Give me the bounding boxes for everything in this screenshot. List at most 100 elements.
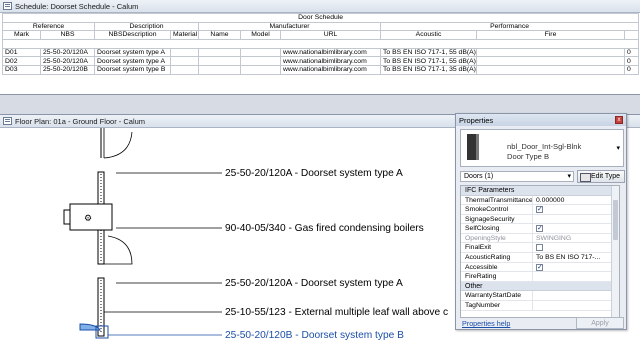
table-cell[interactable]: 0 (623, 47, 640, 58)
property-checkbox-cell[interactable] (533, 243, 619, 252)
table-cell[interactable]: Doorset system type B (94, 64, 171, 75)
property-row[interactable]: OpeningStyle SWINGING (461, 233, 619, 244)
type-family-name: nbl_Door_Int-Sgl-Blnk (507, 142, 582, 151)
property-section-header[interactable]: Other⌃ (461, 281, 619, 292)
table-cell[interactable]: D01 (2, 47, 41, 58)
table-cell[interactable] (240, 56, 281, 66)
table-cell[interactable]: 0 (623, 64, 640, 75)
property-row[interactable]: FinalExit (461, 243, 619, 254)
column-header[interactable]: URL (280, 30, 381, 40)
column-header[interactable]: Fire (476, 30, 625, 40)
property-row[interactable]: SignageSecurity (461, 214, 619, 225)
column-header[interactable]: Mark (2, 30, 41, 40)
table-cell[interactable] (476, 47, 625, 58)
property-row[interactable]: FireRating (461, 272, 619, 282)
wall-tag[interactable]: 25-10-55/123 - External multiple leaf wa… (225, 307, 448, 318)
property-value[interactable] (533, 291, 619, 300)
column-header[interactable] (623, 30, 640, 40)
properties-palette: Properties x nbl_Door_Int-Sgl-Blnk Door … (455, 113, 627, 330)
table-cell[interactable]: Doorset system type A (94, 47, 171, 58)
property-checkbox-cell[interactable] (533, 263, 619, 271)
property-row[interactable]: ThermalTransmittance 0.000000 (461, 195, 619, 206)
table-cell[interactable]: 25-50-20/120A (40, 47, 95, 58)
checkbox[interactable] (536, 205, 543, 214)
table-row[interactable]: D02 25-50-20/120A Doorset system type A www… (2, 56, 640, 66)
table-cell[interactable] (240, 64, 281, 75)
type-name: Door Type B (507, 152, 550, 161)
property-section-header[interactable]: IFC Parameters⌃ (461, 186, 619, 196)
property-row[interactable]: Accessible (461, 262, 619, 273)
property-value[interactable]: 0.000000 (533, 196, 619, 205)
column-header[interactable]: Material (170, 30, 199, 40)
schedule-spacer-row (1, 38, 640, 49)
schedule-titlebar[interactable]: Schedule: Doorset Schedule - Calum (0, 0, 640, 13)
table-cell[interactable] (198, 64, 241, 75)
table-cell[interactable] (476, 56, 625, 66)
property-value[interactable] (533, 272, 619, 281)
column-header[interactable]: Acoustic (380, 30, 477, 40)
table-cell[interactable] (240, 47, 281, 58)
apply-button[interactable]: Apply (576, 317, 624, 329)
table-cell[interactable] (170, 47, 199, 58)
edit-type-button[interactable]: Edit Type (577, 170, 625, 183)
checkbox[interactable] (536, 244, 543, 252)
property-row[interactable]: WarrantyStartDate (461, 291, 619, 301)
plan-title: Floor Plan: 01a - Ground Floor - Calum (15, 116, 146, 126)
property-value[interactable]: To BS EN ISO 717-... (533, 253, 619, 262)
selected-door (79, 323, 101, 331)
table-cell[interactable]: D02 (2, 56, 41, 66)
property-row[interactable]: TagNumber (461, 300, 619, 311)
table-cell[interactable]: www.nationalbimlibrary.com (280, 56, 381, 66)
property-checkbox-cell[interactable] (533, 224, 619, 233)
schedule-table: Door Schedule Reference Description Manu… (1, 13, 640, 75)
table-cell[interactable] (170, 56, 199, 66)
column-header[interactable]: NBSDescription (94, 30, 171, 40)
table-cell[interactable] (198, 47, 241, 58)
table-cell[interactable]: To BS EN ISO 717-1, 55 dB(A). (380, 47, 477, 58)
column-header[interactable]: NBS (40, 30, 95, 40)
property-value[interactable] (533, 301, 619, 310)
table-cell[interactable]: To BS EN ISO 717-1, 35 dB(A). (380, 64, 477, 75)
table-cell[interactable] (198, 56, 241, 66)
properties-help-link[interactable]: Properties help (462, 319, 510, 328)
column-header[interactable]: Model (240, 30, 281, 40)
boiler-glyph: ⚙ (84, 214, 92, 224)
table-cell[interactable]: www.nationalbimlibrary.com (280, 47, 381, 58)
checkbox[interactable] (536, 224, 543, 233)
table-cell[interactable]: 0 (623, 56, 640, 66)
checkbox[interactable] (536, 263, 543, 271)
properties-titlebar[interactable]: Properties x (456, 114, 626, 126)
close-icon[interactable]: x (615, 116, 623, 124)
property-name: SmokeControl (461, 205, 533, 214)
property-row[interactable]: SelfClosing (461, 224, 619, 234)
property-row[interactable]: AcousticRating To BS EN ISO 717-... (461, 253, 619, 263)
scrollbar-thumb[interactable] (613, 200, 618, 240)
property-row[interactable]: SmokeControl (461, 205, 619, 215)
door-tag-1[interactable]: 25-50-20/120A - Doorset system type A (225, 168, 403, 179)
table-row[interactable]: D01 25-50-20/120A Doorset system type A www… (2, 47, 640, 58)
property-checkbox-cell[interactable] (533, 205, 619, 214)
boiler-tag[interactable]: 90-40-05/340 - Gas fired condensing boil… (225, 223, 424, 234)
door-type-icon (467, 134, 479, 160)
properties-title: Properties (459, 115, 494, 125)
property-name: AcousticRating (461, 253, 533, 262)
table-cell[interactable]: Doorset system type A (94, 56, 171, 66)
door-tag-selected[interactable]: 25-50-20/120B - Doorset system type B (225, 330, 404, 341)
door-tag-2[interactable]: 25-50-20/120A - Doorset system type A (225, 278, 403, 289)
door-swing-mid (104, 235, 133, 265)
table-cell[interactable]: D03 (2, 64, 41, 75)
table-cell[interactable]: www.nationalbimlibrary.com (280, 64, 381, 75)
table-cell[interactable]: 25-50-20/120A (40, 56, 95, 66)
table-row[interactable]: D03 25-50-20/120B Doorset system type B www… (2, 64, 640, 75)
chevron-down-icon[interactable]: ▾ (616, 144, 620, 152)
property-value[interactable] (533, 215, 619, 224)
column-header[interactable]: Name (198, 30, 241, 40)
property-value[interactable]: SWINGING (533, 234, 619, 243)
table-cell[interactable] (170, 64, 199, 75)
table-cell[interactable]: To BS EN ISO 717-1, 55 dB(A). (380, 56, 477, 66)
type-selector[interactable]: nbl_Door_Int-Sgl-Blnk Door Type B ▾ (460, 129, 624, 167)
table-cell[interactable]: 25-50-20/120B (40, 64, 95, 75)
properties-scrollbar[interactable] (611, 186, 619, 317)
instance-filter-dropdown[interactable]: Doors (1) (460, 171, 574, 182)
table-cell[interactable] (476, 64, 625, 75)
